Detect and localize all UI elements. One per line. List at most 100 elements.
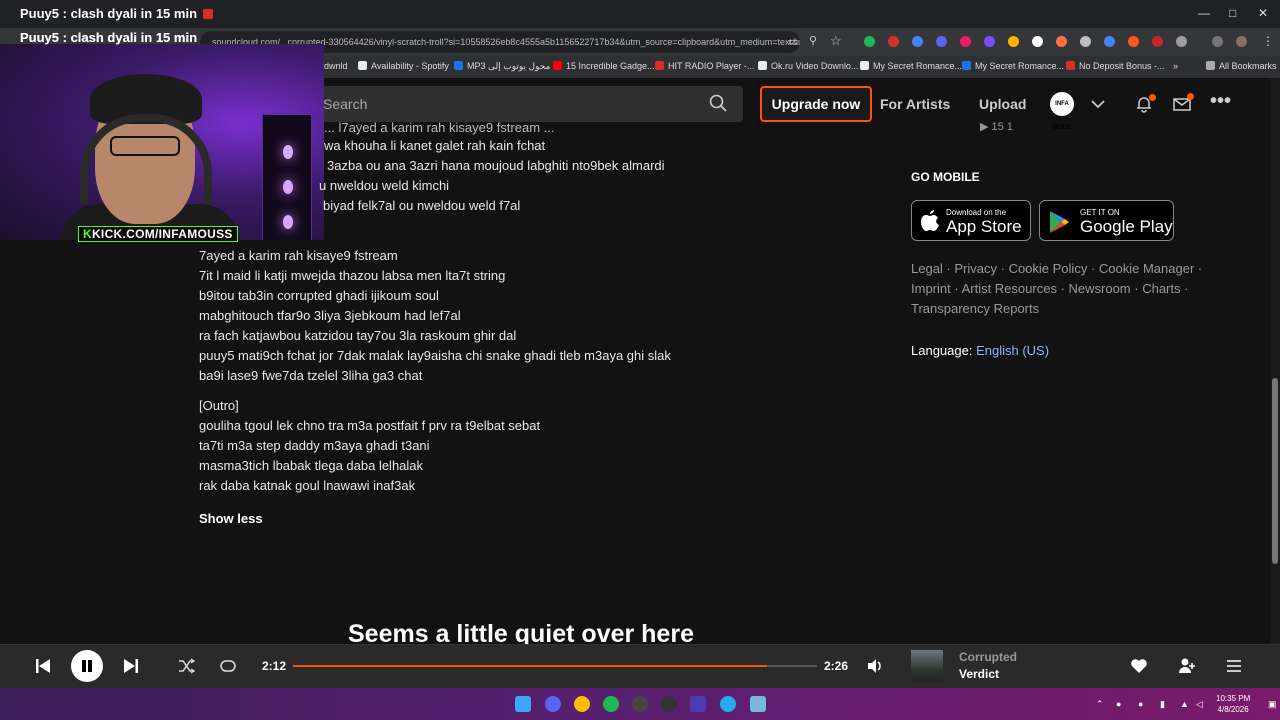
- next-track-icon[interactable]: [122, 657, 140, 675]
- bookmark-item[interactable]: HIT RADIO Player -...: [655, 61, 754, 71]
- chrome-icon[interactable]: [574, 696, 590, 712]
- discord-icon[interactable]: [545, 696, 561, 712]
- tray-app-icon[interactable]: ●: [1116, 699, 1121, 709]
- bookmark-star-icon[interactable]: ☆: [830, 33, 842, 49]
- more-options-icon[interactable]: •••: [1210, 90, 1231, 113]
- extension-icon[interactable]: [1152, 36, 1163, 47]
- current-time: 2:12: [262, 659, 287, 673]
- extension-icon[interactable]: [984, 36, 995, 47]
- tray-overflow-icon[interactable]: ⌃: [1096, 699, 1104, 710]
- for-artists-link[interactable]: For Artists: [880, 96, 950, 112]
- footer-link-transparency[interactable]: Transparency Reports: [911, 301, 1039, 316]
- system-clock[interactable]: 10:35 PM 4/8/2026: [1216, 693, 1250, 715]
- pause-button[interactable]: [71, 650, 103, 682]
- chevron-down-icon[interactable]: [1088, 94, 1108, 114]
- extension-icon[interactable]: [1080, 36, 1091, 47]
- browser-menu-icon[interactable]: ⋮: [1262, 34, 1274, 48]
- app-icon[interactable]: [661, 696, 677, 712]
- bookmark-item[interactable]: My Secret Romance...: [860, 61, 962, 71]
- app-icon[interactable]: [750, 696, 766, 712]
- notifications-icon[interactable]: ▣: [1268, 699, 1277, 710]
- app-store-label: App Store: [946, 217, 1022, 236]
- extension-icon[interactable]: [1128, 36, 1139, 47]
- footer-link-cookie-manager[interactable]: Cookie Manager: [1099, 261, 1194, 276]
- tray-mic-icon[interactable]: ▮: [1160, 699, 1165, 710]
- progress-bar[interactable]: [293, 665, 817, 667]
- show-less-button[interactable]: Show less: [199, 511, 263, 526]
- bookmark-item[interactable]: No Deposit Bonus -...: [1066, 61, 1165, 71]
- obs-icon[interactable]: [632, 696, 648, 712]
- browser-tab[interactable]: Puuy5 : clash dyali in 15 min: [20, 6, 214, 21]
- extension-icon[interactable]: [1056, 36, 1067, 47]
- footer-link-artist-resources[interactable]: Artist Resources: [962, 281, 1057, 296]
- bookmark-item[interactable]: MP3 محول يوتوب إلى: [454, 61, 550, 72]
- all-bookmarks[interactable]: All Bookmarks: [1206, 61, 1277, 71]
- bookmark-item[interactable]: dwnld: [324, 61, 348, 71]
- language-value[interactable]: English (US): [976, 343, 1049, 358]
- extension-icon[interactable]: [888, 36, 899, 47]
- scrollbar-thumb[interactable]: [1272, 378, 1278, 564]
- footer-link-legal[interactable]: Legal: [911, 261, 943, 276]
- follow-user-icon[interactable]: [1178, 657, 1196, 675]
- extension-icon[interactable]: [936, 36, 947, 47]
- browser-tabstrip: Puuy5 : clash dyali in 15 min — □ ✕: [0, 0, 1280, 28]
- folder-icon: [1206, 61, 1215, 70]
- search-placeholder: Search: [323, 96, 368, 112]
- lyric-line: 3azba ou ana 3azri hana moujoud labghiti…: [327, 158, 665, 173]
- repeat-icon[interactable]: [219, 658, 237, 674]
- upload-link[interactable]: Upload: [979, 96, 1026, 112]
- footer-link-newsroom[interactable]: Newsroom: [1069, 281, 1131, 296]
- footer-link-imprint[interactable]: Imprint: [911, 281, 951, 296]
- minimize-icon[interactable]: —: [1198, 6, 1210, 20]
- media-control-icon[interactable]: [1212, 36, 1223, 47]
- bookmark-item[interactable]: 15 Incredible Gadge...: [553, 61, 655, 71]
- bookmark-item[interactable]: Ok.ru Video Downlo...: [758, 61, 858, 71]
- tab-title: Puuy5 : clash dyali in 15 min: [20, 6, 198, 21]
- track-artist[interactable]: Verdict: [959, 667, 999, 681]
- app-icon[interactable]: [690, 696, 706, 712]
- search-icon[interactable]: [709, 94, 727, 112]
- language-selector: Language: English (US): [911, 343, 1049, 358]
- windows-start-icon[interactable]: [515, 696, 531, 712]
- bookmark-item[interactable]: Availability - Spotify: [358, 61, 449, 71]
- spotify-icon[interactable]: [603, 696, 619, 712]
- queue-icon[interactable]: [1225, 657, 1243, 675]
- bookmarks-overflow-icon[interactable]: »: [1173, 61, 1178, 71]
- extension-icon[interactable]: [1008, 36, 1019, 47]
- bookmark-item[interactable]: My Secret Romance...: [962, 61, 1064, 71]
- footer-link-charts[interactable]: Charts: [1142, 281, 1180, 296]
- lyric-line: wa khouha li kanet galet rah kain fchat: [324, 138, 546, 153]
- heart-icon[interactable]: [1130, 658, 1148, 674]
- clock-date: 4/8/2026: [1217, 705, 1249, 714]
- shuffle-icon[interactable]: [178, 658, 196, 674]
- close-icon[interactable]: ✕: [1258, 6, 1268, 20]
- apple-icon: [921, 210, 939, 231]
- page-scrollbar[interactable]: [1270, 78, 1280, 644]
- extensions-puzzle-icon[interactable]: [1176, 36, 1187, 47]
- wifi-icon[interactable]: ▲: [1180, 699, 1189, 709]
- speaker-icon[interactable]: ◁: [1196, 699, 1203, 710]
- maximize-icon[interactable]: □: [1229, 6, 1236, 20]
- google-play-button[interactable]: GET IT ON Google Play: [1039, 200, 1174, 241]
- install-icon[interactable]: ▭: [788, 35, 798, 48]
- extension-icon[interactable]: [912, 36, 923, 47]
- extension-icon[interactable]: [960, 36, 971, 47]
- footer-link-cookie-policy[interactable]: Cookie Policy: [1009, 261, 1088, 276]
- profile-avatar-icon[interactable]: [1236, 36, 1247, 47]
- avatar[interactable]: INFA MOUS: [1050, 92, 1074, 131]
- track-title[interactable]: Corrupted: [959, 650, 1017, 664]
- footer-link-privacy[interactable]: Privacy: [954, 261, 997, 276]
- track-artwork[interactable]: [911, 650, 943, 682]
- telegram-icon[interactable]: [720, 696, 736, 712]
- lyric-line: masma3tich lbabak tlega daba lelhalak: [199, 458, 424, 473]
- app-store-button[interactable]: Download on the App Store: [911, 200, 1031, 241]
- previous-track-icon[interactable]: [34, 657, 52, 675]
- tray-discord-icon[interactable]: ●: [1138, 699, 1143, 709]
- search-input[interactable]: Search: [305, 86, 743, 122]
- zoom-icon[interactable]: ⚲: [809, 34, 817, 47]
- extension-icon[interactable]: [1032, 36, 1043, 47]
- extension-icon[interactable]: [864, 36, 875, 47]
- volume-icon[interactable]: [866, 657, 884, 675]
- upgrade-button[interactable]: Upgrade now: [760, 86, 872, 122]
- extension-icon[interactable]: [1104, 36, 1115, 47]
